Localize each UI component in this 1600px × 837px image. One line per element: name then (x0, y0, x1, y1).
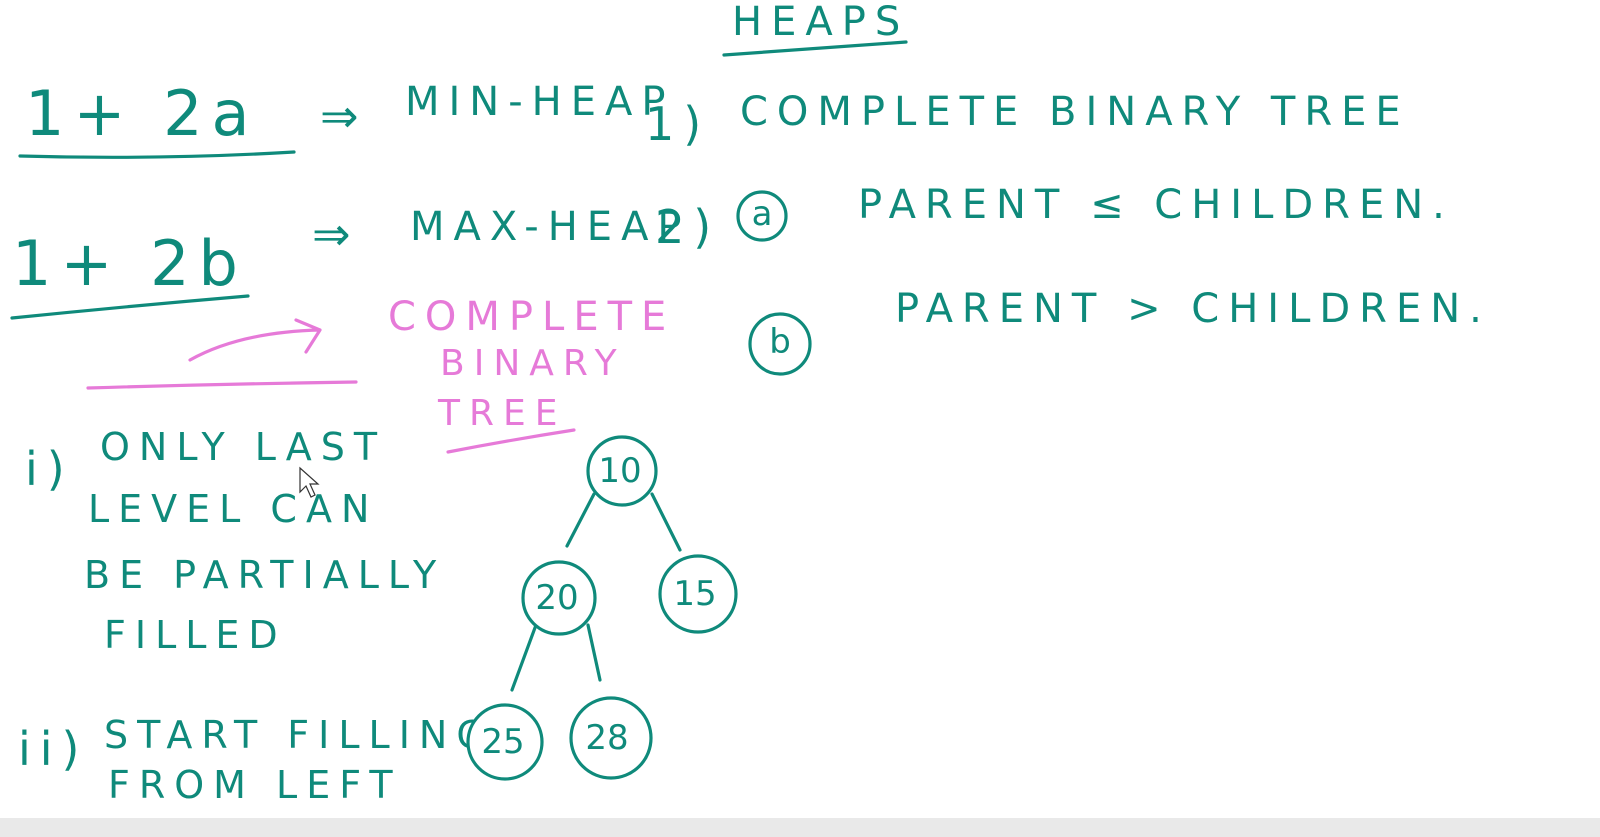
point-ii-line-1: START FILLING (104, 713, 495, 757)
point-ii-label: ii) (18, 722, 89, 776)
whiteboard: HEAPS 1+ 2a ⇒ MIN-HEAP 1+ 2b ⇒ MAX-HEAP … (10, 0, 1491, 807)
node-left-right-value: 28 (585, 718, 628, 758)
pink-arrow (188, 318, 322, 362)
item2a-badge: a (752, 194, 773, 234)
node-right-value: 15 (673, 574, 716, 614)
item2-label: 2) (655, 200, 720, 254)
item2b-badge: b (769, 322, 791, 362)
item1-text: COMPLETE BINARY TREE (740, 89, 1410, 135)
row2-result: MAX-HEAP (410, 204, 691, 250)
row2-term: 1+ 2b (12, 227, 247, 300)
title: HEAPS (732, 0, 909, 45)
row2-arrow: ⇒ (312, 207, 360, 261)
complete-label-2: BINARY (440, 343, 626, 384)
edge-left-leftleft (510, 623, 538, 692)
item2a-text: PARENT ≤ CHILDREN. (858, 182, 1454, 228)
pink-underline (86, 380, 358, 390)
item1-label: 1) (645, 97, 710, 151)
point-ii-line-2: FROM LEFT (108, 763, 402, 807)
node-left-left-value: 25 (481, 722, 524, 762)
edge-root-left (565, 492, 596, 548)
point-i-label: i) (25, 442, 74, 496)
point-i-line-4: FILLED (104, 613, 287, 657)
complete-label-1: COMPLETE (388, 294, 675, 340)
bottom-bar (0, 818, 1600, 837)
edge-left-leftright (586, 623, 602, 682)
row1-result: MIN-HEAP (405, 79, 675, 125)
edge-root-right (650, 492, 682, 552)
node-root-value: 10 (598, 451, 641, 491)
point-i-line-1: ONLY LAST (100, 425, 386, 469)
node-left-value: 20 (535, 578, 578, 618)
complete-label-3: TREE (437, 393, 567, 434)
row1-arrow: ⇒ (320, 89, 368, 143)
point-i-line-2: LEVEL CAN (88, 487, 378, 531)
point-i-line-3: BE PARTIALLY (84, 553, 445, 597)
row1-underline (18, 150, 296, 159)
row1-term: 1+ 2a (25, 77, 259, 150)
item2b-text: PARENT > CHILDREN. (895, 286, 1491, 332)
